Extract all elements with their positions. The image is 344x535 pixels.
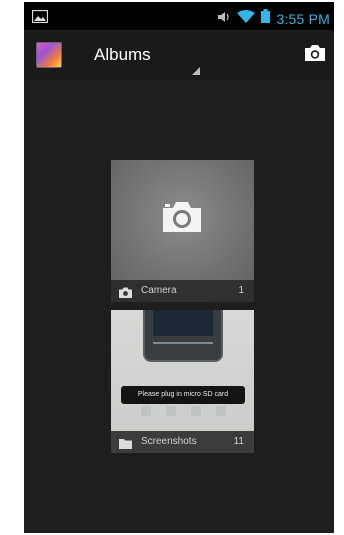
dropdown-triangle-icon — [192, 67, 200, 75]
thumbnail-screen — [153, 310, 213, 336]
thumbnail-toast: Please plug in micro SD card — [121, 386, 245, 404]
camera-button[interactable] — [302, 42, 328, 68]
album-screenshots[interactable]: Please plug in micro SD card Screenshots… — [111, 310, 254, 453]
thumbnail-phone-image — [143, 310, 223, 362]
picture-icon — [31, 9, 49, 28]
thumbnail-dock — [133, 406, 233, 418]
folder-icon — [119, 436, 132, 453]
album-count: 1 — [238, 285, 244, 296]
camera-icon — [304, 44, 326, 67]
battery-icon — [261, 9, 271, 28]
action-bar: Albums — [24, 30, 334, 80]
status-time: 3:55 PM — [276, 10, 330, 27]
gallery-app-icon[interactable] — [36, 42, 62, 68]
volume-icon — [217, 10, 231, 28]
album-caption: Screenshots 11 — [111, 431, 254, 453]
album-camera[interactable]: Camera 1 — [111, 160, 254, 302]
album-count: 11 — [233, 436, 244, 447]
thumbnail-keys — [153, 342, 213, 352]
camera-placeholder-icon — [161, 200, 203, 239]
camera-icon — [119, 285, 132, 302]
album-name: Camera — [141, 285, 177, 296]
status-bar: 3:55 PM — [24, 2, 334, 30]
spinner-label: Albums — [94, 45, 151, 64]
album-name: Screenshots — [141, 436, 197, 447]
album-caption: Camera 1 — [111, 280, 254, 302]
wifi-icon — [237, 9, 256, 28]
phone-screen: 3:55 PM Albums Camera 1 Please plug in m… — [24, 2, 334, 533]
album-view-spinner[interactable]: Albums — [90, 30, 206, 80]
